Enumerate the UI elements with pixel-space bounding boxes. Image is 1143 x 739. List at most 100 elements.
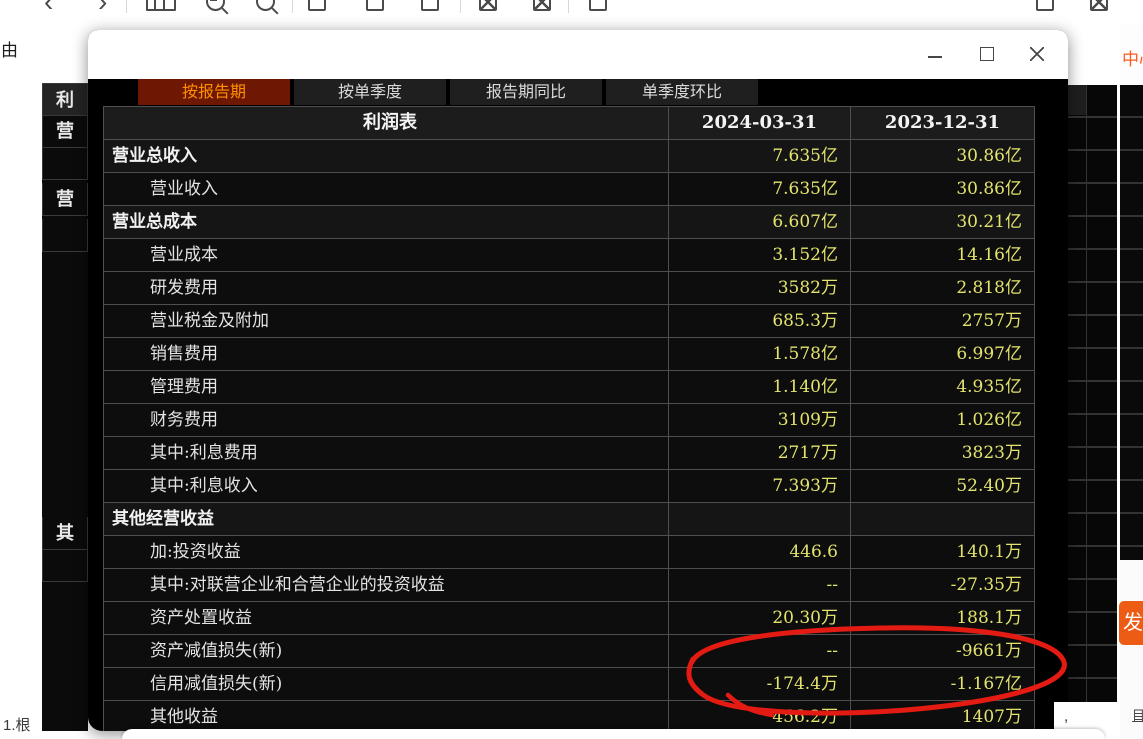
divider: [1117, 85, 1120, 560]
side-action-button[interactable]: 发: [1119, 601, 1143, 645]
window-titlebar: [88, 30, 1068, 79]
row-value-2024: 3582万: [669, 272, 851, 304]
row-label: 研发费用: [104, 272, 669, 304]
row-value-2023: 4.935亿: [851, 371, 1034, 403]
row-label: 其他经营收益: [104, 503, 669, 535]
maximize-button[interactable]: [972, 30, 1002, 79]
background-table-left: 利营营其: [42, 83, 88, 731]
table-row[interactable]: 加:投资收益 446.6 140.1万: [104, 536, 1034, 569]
row-value-2023: -9661万: [851, 635, 1034, 667]
row-value-2024: 20.30万: [669, 602, 851, 634]
table-row[interactable]: 其他收益 456.2万 1407万: [104, 701, 1034, 731]
back-icon[interactable]: ‹: [44, 0, 53, 16]
bg-row-label: 利: [42, 83, 88, 116]
income-table-body: 营业总收入 7.635亿 30.86亿 营业收入 7.635亿 30.86亿 营…: [104, 140, 1034, 731]
new-window-icon[interactable]: [589, 0, 607, 11]
row-label: 营业总成本: [104, 206, 669, 238]
row-value-2023: 188.1万: [851, 602, 1034, 634]
tab-3[interactable]: 报告期同比: [450, 79, 602, 105]
divider: [292, 0, 293, 13]
row-value-2023: 14.16亿: [851, 239, 1034, 271]
row-label: 销售费用: [104, 338, 669, 370]
row-label: 营业收入: [104, 173, 669, 205]
browser-toolbar: ‹›: [0, 0, 1143, 16]
window-below-sliver: [122, 729, 1105, 739]
app-maximize-icon[interactable]: [1036, 0, 1054, 11]
table-row[interactable]: 营业成本 3.152亿 14.16亿: [104, 239, 1034, 272]
row-value-2023: 6.997亿: [851, 338, 1034, 370]
row-label: 营业税金及附加: [104, 305, 669, 337]
close-panel-icon[interactable]: [479, 0, 497, 11]
expand-icon[interactable]: [533, 0, 551, 11]
bottom-right-link[interactable]: 目: [1132, 705, 1143, 724]
bg-cell: [1068, 85, 1086, 115]
row-value-2024: 1.578亿: [669, 338, 851, 370]
row-value-2024: 3.152亿: [669, 239, 851, 271]
page-footnote: 1.根: [3, 714, 31, 735]
divider: [1086, 85, 1087, 705]
page-left-char: 由: [1, 36, 18, 61]
table-row[interactable]: 其中:利息费用 2717万 3823万: [104, 437, 1034, 470]
table-row[interactable]: 其中:利息收入 7.393万 52.40万: [104, 470, 1034, 503]
row-label: 营业总收入: [104, 140, 669, 172]
table-row[interactable]: 信用减值损失(新) -174.4万 -1.167亿: [104, 668, 1034, 701]
divider: [126, 0, 127, 13]
panel-icon[interactable]: [308, 0, 326, 11]
bg-row-label: 营: [42, 183, 88, 216]
forward-icon[interactable]: ›: [98, 0, 107, 16]
row-value-2023: 52.40万: [851, 470, 1034, 502]
window-icon[interactable]: [366, 0, 384, 11]
row-value-2023: 30.21亿: [851, 206, 1034, 238]
table-row[interactable]: 研发费用 3582万 2.818亿: [104, 272, 1034, 305]
row-value-2023: 1.026亿: [851, 404, 1034, 436]
table-row[interactable]: 营业税金及附加 685.3万 2757万: [104, 305, 1034, 338]
column-header-2023: 2023-12-31: [851, 107, 1034, 139]
stray-comma: ,: [1064, 708, 1068, 725]
table-row[interactable]: 资产减值损失(新) -- -9661万: [104, 635, 1034, 668]
row-value-2023: -1.167亿: [851, 668, 1034, 700]
tab-2[interactable]: 按单季度: [294, 79, 446, 105]
window2-icon[interactable]: [421, 0, 439, 11]
row-value-2024: 685.3万: [669, 305, 851, 337]
tab-4[interactable]: 单季度环比: [606, 79, 758, 105]
bg-row-label: [42, 219, 88, 252]
bg-row-label: [42, 549, 88, 582]
close-button[interactable]: [1022, 30, 1052, 79]
table-row[interactable]: 其他经营收益: [104, 503, 1034, 536]
table-row[interactable]: 财务费用 3109万 1.026亿: [104, 404, 1034, 437]
table-row[interactable]: 销售费用 1.578亿 6.997亿: [104, 338, 1034, 371]
table-row[interactable]: 营业总收入 7.635亿 30.86亿: [104, 140, 1034, 173]
table-row[interactable]: 其中:对联营企业和合营企业的投资收益 -- -27.35万: [104, 569, 1034, 602]
row-value-2024: 446.6: [669, 536, 851, 568]
right-strip-label: 中心: [1122, 45, 1143, 70]
row-label: 其中:对联营企业和合营企业的投资收益: [104, 569, 669, 601]
bg-row-label: 其: [42, 517, 88, 550]
row-value-2023: 2.818亿: [851, 272, 1034, 304]
row-value-2023: -27.35万: [851, 569, 1034, 601]
table-row[interactable]: 营业收入 7.635亿 30.86亿: [104, 173, 1034, 206]
table-row[interactable]: 管理费用 1.140亿 4.935亿: [104, 371, 1034, 404]
app-close-icon[interactable]: [1090, 0, 1108, 11]
minimize-button[interactable]: [920, 30, 950, 79]
row-label: 信用减值损失(新): [104, 668, 669, 700]
table-row[interactable]: 资产处置收益 20.30万 188.1万: [104, 602, 1034, 635]
row-value-2024: 6.607亿: [669, 206, 851, 238]
row-value-2023: 2757万: [851, 305, 1034, 337]
tab-1[interactable]: 按报告期: [138, 79, 290, 105]
row-label: 财务费用: [104, 404, 669, 436]
table-row[interactable]: 营业总成本 6.607亿 30.21亿: [104, 206, 1034, 239]
row-label: 营业成本: [104, 239, 669, 271]
table-header-row: 利润表 2024-03-31 2023-12-31: [104, 107, 1034, 140]
row-label: 资产减值损失(新): [104, 635, 669, 667]
row-label: 其中:利息费用: [104, 437, 669, 469]
background-table-right: [1068, 85, 1117, 705]
row-value-2024: [669, 503, 851, 535]
row-value-2023: 1407万: [851, 701, 1034, 731]
zoom-out-icon[interactable]: [206, 0, 225, 11]
zoom-in-icon[interactable]: [256, 0, 275, 11]
grid-view-icon[interactable]: [146, 0, 176, 11]
row-value-2023: [851, 503, 1034, 535]
financial-report-window: 按报告期按单季度报告期同比单季度环比 利润表 2024-03-31 2023-1…: [88, 30, 1068, 731]
row-value-2024: --: [669, 569, 851, 601]
popup-tabbar: 按报告期按单季度报告期同比单季度环比: [88, 79, 1068, 106]
